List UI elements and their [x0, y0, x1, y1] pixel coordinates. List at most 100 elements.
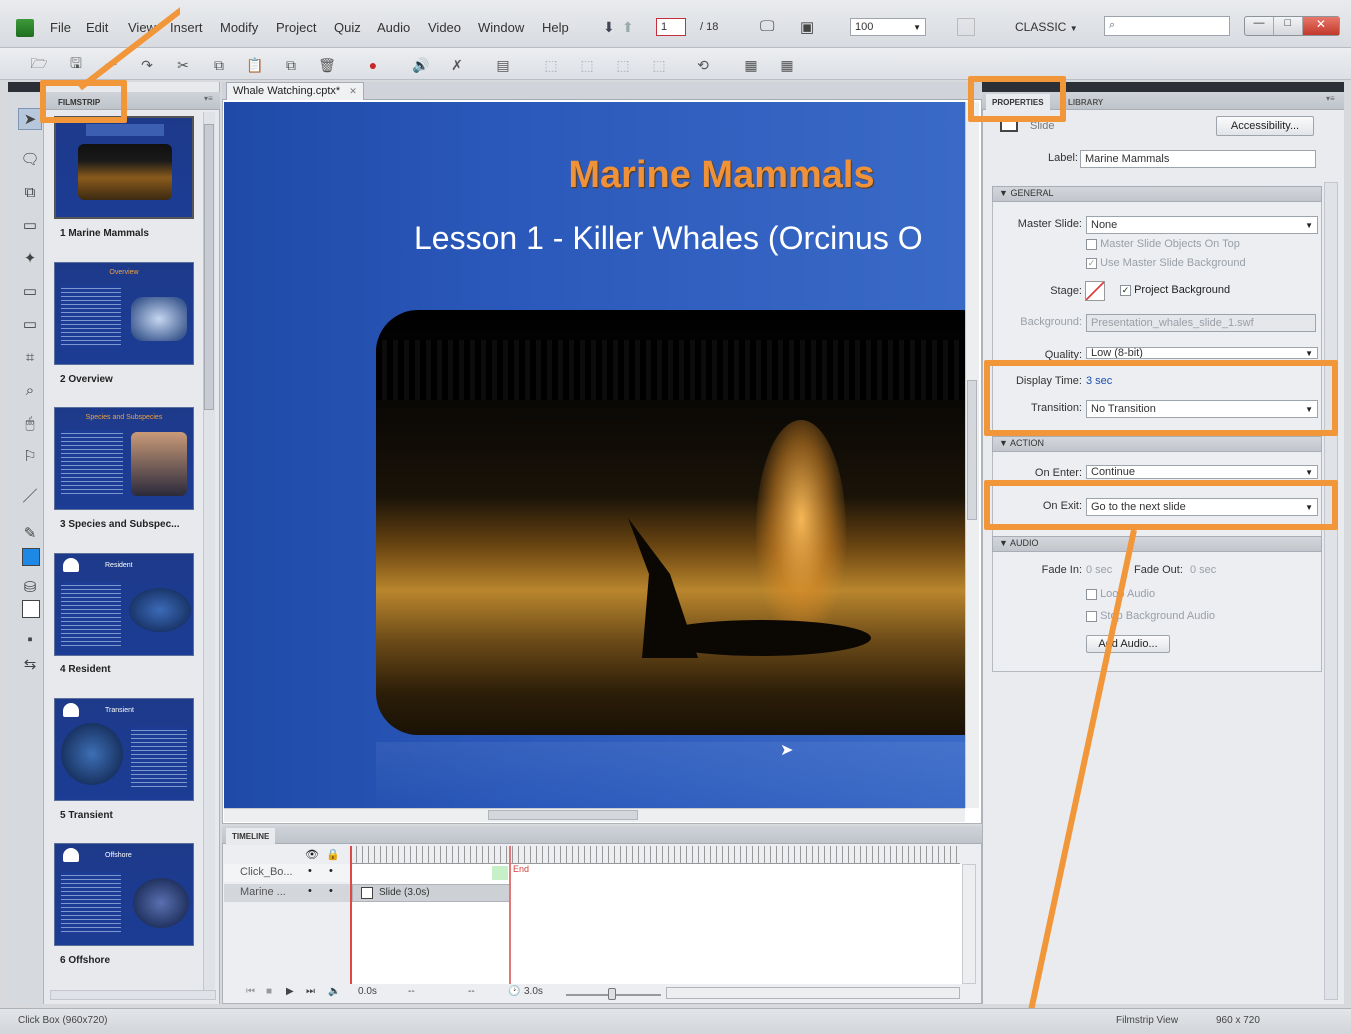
- library-tab[interactable]: LIBRARY: [1062, 94, 1109, 111]
- workspace-switcher[interactable]: CLASSIC ▼: [1015, 20, 1078, 34]
- ungroup-icon[interactable]: ⬚: [648, 54, 670, 76]
- insert-slide-icon[interactable]: ▤: [492, 54, 514, 76]
- text-caption-tool-icon[interactable]: 🗨: [18, 148, 42, 170]
- minimize-button[interactable]: —: [1245, 17, 1273, 35]
- slide-thumbnail-5[interactable]: Transient: [54, 698, 194, 801]
- fill-color-swatch[interactable]: [22, 548, 40, 566]
- grid-icon[interactable]: ▦: [776, 54, 798, 76]
- open-icon[interactable]: 🗁: [28, 54, 50, 76]
- slide-track-bar[interactable]: Slide (3.0s): [352, 884, 510, 902]
- slide-thumbnail-4[interactable]: Resident: [54, 553, 194, 656]
- highlight-box-tool-icon[interactable]: ▭: [18, 214, 42, 236]
- pen-tool-icon[interactable]: ✎: [18, 522, 42, 544]
- slide-thumbnail-3[interactable]: Species and Subspecies: [54, 407, 194, 510]
- general-section-header[interactable]: ▼ GENERAL: [992, 186, 1322, 202]
- menu-window[interactable]: Window: [478, 20, 524, 35]
- timeline-layer-1[interactable]: Click_Bo... • •: [224, 864, 350, 882]
- menu-project[interactable]: Project: [276, 20, 316, 35]
- duplicate-icon[interactable]: ⧉: [280, 54, 302, 76]
- end-marker[interactable]: [509, 846, 511, 984]
- menu-help[interactable]: Help: [542, 20, 569, 35]
- zoom-select[interactable]: 100 ▼: [850, 18, 926, 36]
- stroke-color-swatch[interactable]: [22, 600, 40, 618]
- timeline-tab[interactable]: TIMELINE: [226, 828, 276, 845]
- slide-thumbnail-6[interactable]: Offshore: [54, 843, 194, 946]
- use-master-bg-checkbox[interactable]: ✓ Use Master Slide Background: [1086, 257, 1246, 269]
- eye-icon[interactable]: 👁: [305, 848, 319, 861]
- stage-color-swatch[interactable]: [1085, 281, 1105, 301]
- search-input[interactable]: ⌕: [1104, 16, 1230, 36]
- arrow-up-icon[interactable]: ⬆: [622, 19, 634, 36]
- go-start-icon[interactable]: ⏮: [246, 986, 255, 997]
- close-button[interactable]: ✕: [1301, 17, 1339, 35]
- project-background-checkbox[interactable]: ✓ Project Background: [1120, 284, 1230, 296]
- master-slide-select[interactable]: None ▼: [1086, 216, 1318, 234]
- current-slide-input[interactable]: 1: [656, 18, 686, 36]
- lock-icon[interactable]: 🔒: [326, 848, 340, 861]
- accessibility-button[interactable]: Accessibility...: [1216, 116, 1314, 136]
- maximize-button[interactable]: □: [1272, 17, 1302, 35]
- slide-subtitle[interactable]: Lesson 1 - Killer Whales (Orcinus O: [414, 220, 923, 257]
- close-tab-icon[interactable]: ✕: [349, 86, 357, 96]
- group-icon[interactable]: ⬚: [612, 54, 634, 76]
- rollover-tool-icon[interactable]: ⧉: [18, 181, 42, 203]
- lock-dot[interactable]: •: [329, 865, 333, 877]
- stage-fit-icon[interactable]: [957, 18, 975, 36]
- slide-title[interactable]: Marine Mammals: [224, 154, 965, 197]
- align-icon[interactable]: ⬚: [540, 54, 562, 76]
- clickbox-track-segment[interactable]: [492, 866, 508, 880]
- swap-colors-icon[interactable]: ▪: [18, 628, 42, 650]
- zoom-slider-thumb[interactable]: [608, 988, 616, 1000]
- timeline-vscroll[interactable]: [962, 864, 976, 984]
- timeline-hscroll[interactable]: [666, 987, 960, 999]
- properties-scrollbar[interactable]: [1324, 182, 1338, 1000]
- audio-icon[interactable]: 🔊: [410, 54, 432, 76]
- panel-menu-icon[interactable]: ▾≡: [1326, 94, 1335, 103]
- mouse-tool-icon[interactable]: 🖱: [18, 412, 42, 434]
- scroll-thumb[interactable]: [204, 124, 214, 410]
- go-end-icon[interactable]: ⏭: [306, 986, 315, 997]
- paste-icon[interactable]: 📋: [244, 54, 266, 76]
- timeline-layer-2[interactable]: Marine ... • •: [224, 884, 350, 902]
- vscroll-thumb[interactable]: [967, 380, 977, 520]
- panel-menu-icon[interactable]: ▾≡: [204, 94, 213, 103]
- animation-tool-icon[interactable]: ⚐: [18, 445, 42, 467]
- record-icon[interactable]: ●: [362, 54, 384, 76]
- selection-tool-icon[interactable]: ➤: [18, 108, 42, 130]
- default-colors-icon[interactable]: ⇆: [18, 653, 42, 675]
- button-tool-icon[interactable]: ▭: [18, 280, 42, 302]
- line-tool-icon[interactable]: ／: [18, 484, 42, 506]
- text-entry-tool-icon[interactable]: ▭: [18, 313, 42, 335]
- visibility-dot[interactable]: •: [308, 885, 312, 897]
- label-input[interactable]: Marine Mammals: [1080, 150, 1316, 168]
- background-field[interactable]: Presentation_whales_slide_1.swf: [1086, 314, 1316, 332]
- menu-quiz[interactable]: Quiz: [334, 20, 361, 35]
- mute-timeline-icon[interactable]: 🔈: [328, 986, 340, 997]
- lock-dot[interactable]: •: [329, 885, 333, 897]
- slide-thumbnail-1[interactable]: [54, 116, 194, 219]
- document-tab[interactable]: Whale Watching.cptx* ✕: [226, 82, 364, 100]
- mute-icon[interactable]: ✗: [446, 54, 468, 76]
- slide-photo[interactable]: [376, 310, 965, 735]
- action-section-header[interactable]: ▼ ACTION: [992, 436, 1322, 452]
- image-tool-icon[interactable]: ⌗: [18, 346, 42, 368]
- table-icon[interactable]: ▦: [740, 54, 762, 76]
- preview-icon[interactable]: 🖵: [760, 18, 774, 35]
- visibility-dot[interactable]: •: [308, 865, 312, 877]
- play-icon[interactable]: ▶: [286, 986, 294, 997]
- delete-icon[interactable]: 🗑: [316, 54, 338, 76]
- menu-modify[interactable]: Modify: [220, 20, 258, 35]
- stop-icon[interactable]: ■: [266, 986, 272, 997]
- publish-icon[interactable]: ▣: [800, 18, 814, 36]
- zoom-tool-icon[interactable]: ⌕: [18, 379, 42, 401]
- copy-icon[interactable]: ⧉: [208, 54, 230, 76]
- stage-slide[interactable]: Marine Mammals Lesson 1 - Killer Whales …: [224, 102, 965, 808]
- menu-audio[interactable]: Audio: [377, 20, 410, 35]
- align-center-icon[interactable]: ⬚: [576, 54, 598, 76]
- fade-out-value[interactable]: 0 sec: [1190, 564, 1216, 576]
- playhead[interactable]: [350, 846, 352, 984]
- click-box-tool-icon[interactable]: ✦: [18, 247, 42, 269]
- menu-video[interactable]: Video: [428, 20, 461, 35]
- master-objects-top-checkbox[interactable]: Master Slide Objects On Top: [1086, 238, 1240, 250]
- arrow-down-icon[interactable]: ⬇: [603, 19, 615, 36]
